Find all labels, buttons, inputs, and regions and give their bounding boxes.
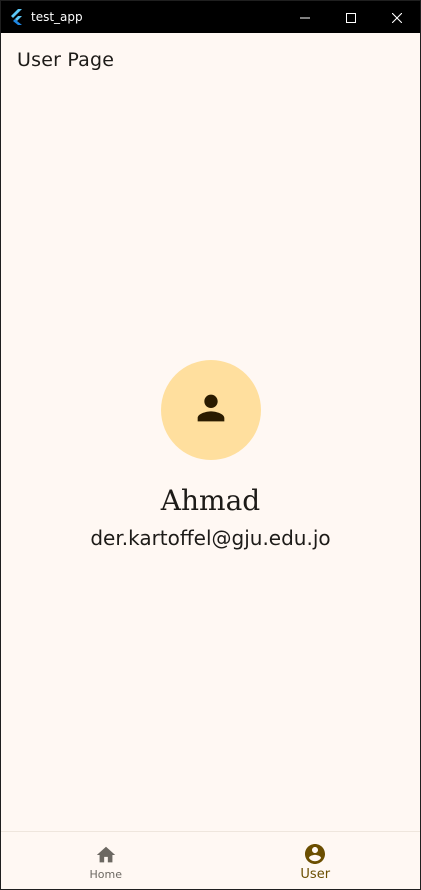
nav-label-user: User [300,866,331,882]
user-email: der.kartoffel@gju.edu.jo [90,526,331,550]
app-window: test_app User Page Ahmad der.kartoffel@g… [0,0,421,890]
window-title: test_app [31,10,83,24]
page-title: User Page [17,48,115,71]
avatar [160,360,261,460]
flutter-logo-icon [9,9,25,25]
close-icon [391,8,403,27]
profile-section: Ahmad der.kartoffel@gju.edu.jo [1,360,420,552]
maximize-icon [346,8,356,27]
nav-label-home: Home [89,867,122,881]
minimize-icon [300,8,310,27]
bottom-navigation-bar: Home User [1,831,420,889]
person-icon [191,388,231,432]
app-bar: User Page [1,33,420,89]
nav-item-home[interactable]: Home [1,832,211,889]
minimize-button[interactable] [282,1,328,33]
account-circle-icon [303,842,327,866]
maximize-button[interactable] [328,1,374,33]
window-controls [282,1,420,33]
title-bar[interactable]: test_app [1,1,420,33]
user-name: Ahmad [160,484,261,517]
nav-item-user[interactable]: User [211,832,421,889]
home-icon [94,843,118,867]
close-button[interactable] [374,1,420,33]
